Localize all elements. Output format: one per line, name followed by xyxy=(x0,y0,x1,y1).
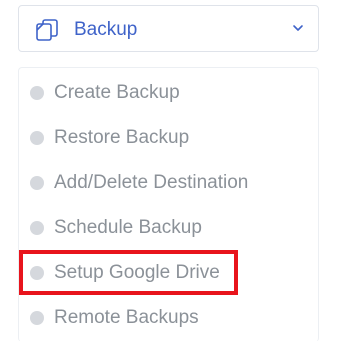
menu-item-remote-backups[interactable]: Remote Backups xyxy=(19,296,318,336)
bullet-icon xyxy=(30,131,44,145)
backup-menu-toggle[interactable]: Backup xyxy=(18,5,319,52)
menu-item-add-delete-destination[interactable]: Add/Delete Destination xyxy=(19,161,318,201)
page: Backup Create Backup Restore Backup Add/… xyxy=(0,0,349,341)
backup-submenu: Create Backup Restore Backup Add/Delete … xyxy=(18,67,319,341)
menu-item-create-backup[interactable]: Create Backup xyxy=(19,71,318,111)
menu-item-label: Schedule Backup xyxy=(54,217,202,238)
bullet-icon xyxy=(30,86,44,100)
menu-item-schedule-backup[interactable]: Schedule Backup xyxy=(19,206,318,246)
menu-item-label: Add/Delete Destination xyxy=(54,172,249,193)
menu-item-setup-google-drive[interactable]: Setup Google Drive xyxy=(19,251,318,291)
backup-menu-label: Backup xyxy=(74,19,138,40)
bullet-icon xyxy=(30,311,44,325)
bullet-icon xyxy=(30,176,44,190)
bullet-icon xyxy=(30,221,44,235)
menu-item-label: Setup Google Drive xyxy=(54,262,220,283)
menu-item-label: Create Backup xyxy=(54,82,180,103)
menu-item-label: Restore Backup xyxy=(54,127,190,148)
copy-icon xyxy=(36,19,58,41)
bullet-icon xyxy=(30,266,44,280)
menu-item-restore-backup[interactable]: Restore Backup xyxy=(19,116,318,156)
chevron-down-icon[interactable] xyxy=(292,23,304,33)
menu-item-label: Remote Backups xyxy=(54,307,199,328)
